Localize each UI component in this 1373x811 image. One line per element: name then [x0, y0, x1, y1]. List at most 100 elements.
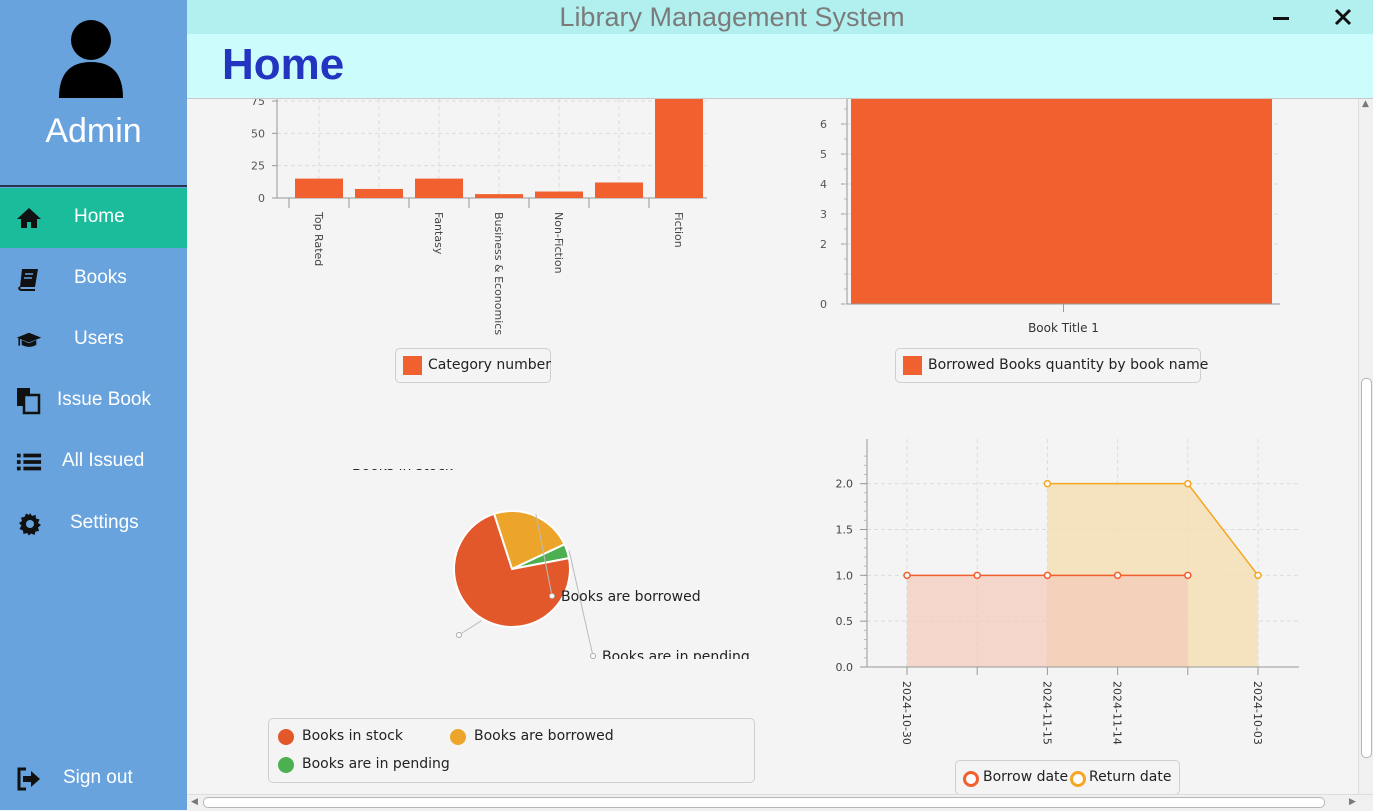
- borrowed-books-bar-chart: 0 2 3 4 5 6 Book Title 1: [820, 99, 1280, 335]
- bar: [415, 178, 463, 198]
- sidebar-item-users[interactable]: Users: [0, 310, 187, 370]
- y-tick-label: 0.0: [836, 661, 854, 674]
- scroll-right-icon[interactable]: ▶: [1349, 797, 1356, 807]
- bar: [595, 182, 643, 198]
- page-title: Home: [222, 40, 345, 89]
- sign-out-button[interactable]: Sign out: [0, 749, 187, 809]
- x-tick-label: Fiction: [672, 212, 685, 248]
- legend-label: Borrowed Books quantity by book name: [928, 357, 1209, 373]
- legend-swatch: [278, 729, 294, 745]
- sidebar-item-issue-book[interactable]: Issue Book: [0, 371, 187, 431]
- sidebar-divider: [0, 185, 187, 187]
- legend-swatch: [278, 757, 294, 773]
- pie-leader-dot: [456, 632, 462, 638]
- y-tick-label: 75: [251, 99, 265, 108]
- pie-label: Books are in pending: [602, 649, 750, 659]
- books-status-pie-chart: Books in stock Books are borrowed Books ar…: [352, 469, 750, 659]
- category-bar-chart: 0 25 50 75 Top Rated Fantasy Business & Econom…: [251, 99, 707, 335]
- legend-swatch: [450, 729, 466, 745]
- borrow-date-point: [1113, 571, 1122, 580]
- y-tick-label: 5: [820, 148, 827, 161]
- borrow-return-area-chart: 0.0 0.5 1.0 1.5 2.0 2024-10-30 2024-11-15 2024-…: [836, 439, 1299, 745]
- sidebar-item-label: Books: [74, 267, 127, 288]
- sidebar-item-books[interactable]: Books: [0, 249, 187, 309]
- legend-label: Borrow date: [983, 769, 1069, 785]
- borrow-date-point: [973, 571, 981, 580]
- legend-label: Books are borrowed: [474, 728, 614, 744]
- legend-label: Return date: [1089, 769, 1172, 785]
- pie-leader-dot: [549, 593, 555, 599]
- list-icon: [16, 453, 42, 471]
- pie-chart-legend: Books in stock Books are borrowed Books …: [268, 718, 755, 783]
- y-tick-label: 4: [820, 178, 827, 191]
- y-tick-label: 25: [251, 160, 265, 173]
- x-tick-label: Fantasy: [432, 212, 445, 255]
- pie-leader-line: [458, 620, 482, 636]
- gear-icon: [19, 513, 41, 536]
- sidebar-item-home[interactable]: Home: [0, 188, 187, 248]
- x-tick-label: Top Rated: [312, 211, 325, 266]
- sidebar-item-settings[interactable]: Settings: [0, 494, 187, 554]
- sign-out-icon: [17, 767, 40, 791]
- sidebar-item-label: Home: [74, 206, 125, 227]
- close-icon[interactable]: [1330, 4, 1356, 30]
- vertical-scrollbar[interactable]: ▲: [1358, 99, 1373, 794]
- legend-swatch: [403, 356, 422, 375]
- bar: [535, 191, 583, 198]
- y-tick-label: 1.5: [836, 524, 854, 537]
- scroll-up-icon[interactable]: ▲: [1362, 99, 1369, 109]
- bar: [295, 178, 343, 198]
- borrowed-chart-legend: Borrowed Books quantity by book name: [895, 348, 1208, 383]
- sidebar-item-label: Users: [74, 328, 124, 349]
- borrow-date-point: [1043, 571, 1052, 580]
- scroll-left-icon[interactable]: ◀: [191, 797, 198, 807]
- bar: [851, 99, 1272, 304]
- borrow-date-point: [1184, 571, 1192, 580]
- y-tick-label: 0: [820, 298, 827, 311]
- vertical-scroll-thumb[interactable]: [1361, 378, 1372, 758]
- minimize-icon[interactable]: [1268, 4, 1294, 30]
- home-icon: [17, 208, 41, 228]
- page-header: Home: [187, 34, 1373, 99]
- borrow-date-point: [903, 571, 911, 580]
- y-tick-label: 2.0: [836, 478, 854, 491]
- bar: [475, 194, 523, 198]
- y-tick-label: 2: [820, 238, 827, 251]
- sidebar-item-label: Issue Book: [57, 389, 151, 410]
- area-chart-legend: Borrow date Return date: [955, 760, 1180, 794]
- graduation-cap-icon: [16, 332, 42, 347]
- x-tick-label: Business & Economics: [492, 212, 505, 335]
- dashboard-content: 0 25 50 75 Top Rated Fantasy Business & Econom…: [187, 99, 1358, 794]
- y-tick-label: 6: [820, 118, 827, 131]
- y-tick-label: 50: [251, 127, 265, 140]
- user-role-label: Admin: [45, 112, 142, 150]
- user-icon: [59, 20, 123, 98]
- copy-icon: [17, 388, 41, 415]
- bar: [355, 188, 403, 198]
- sidebar-item-label: Settings: [70, 512, 139, 533]
- legend-label: Category number: [428, 357, 552, 373]
- x-tick-label: Book Title 1: [1028, 321, 1099, 335]
- horizontal-scroll-thumb[interactable]: [203, 797, 1325, 808]
- return-date-point: [1184, 479, 1192, 488]
- legend-label: Books are in pending: [302, 756, 450, 772]
- return-date-point: [1254, 571, 1262, 580]
- pie-label: Books in stock: [352, 469, 454, 474]
- x-tick-label: Non-Fiction: [552, 212, 565, 274]
- sidebar-item-label: All Issued: [62, 450, 145, 471]
- sign-out-label: Sign out: [63, 767, 133, 788]
- pie-label: Books are borrowed: [561, 589, 701, 605]
- sidebar-item-all-issued[interactable]: All Issued: [0, 432, 187, 492]
- x-tick-label: 2024-10-30: [900, 681, 913, 745]
- legend-swatch: [1070, 771, 1086, 787]
- category-chart-legend: Category number: [395, 348, 551, 383]
- borrow-date-area: [907, 575, 1188, 667]
- app-title: Library Management System: [559, 2, 905, 32]
- pie-leader-dot: [590, 653, 596, 659]
- y-tick-label: 0: [258, 192, 265, 205]
- title-bar: Library Management System: [187, 0, 1373, 34]
- x-tick-label: 2024-11-14: [1111, 681, 1124, 745]
- horizontal-scrollbar[interactable]: ◀ ▶: [187, 794, 1373, 811]
- legend-label: Books in stock: [302, 728, 403, 744]
- legend-swatch: [903, 356, 922, 375]
